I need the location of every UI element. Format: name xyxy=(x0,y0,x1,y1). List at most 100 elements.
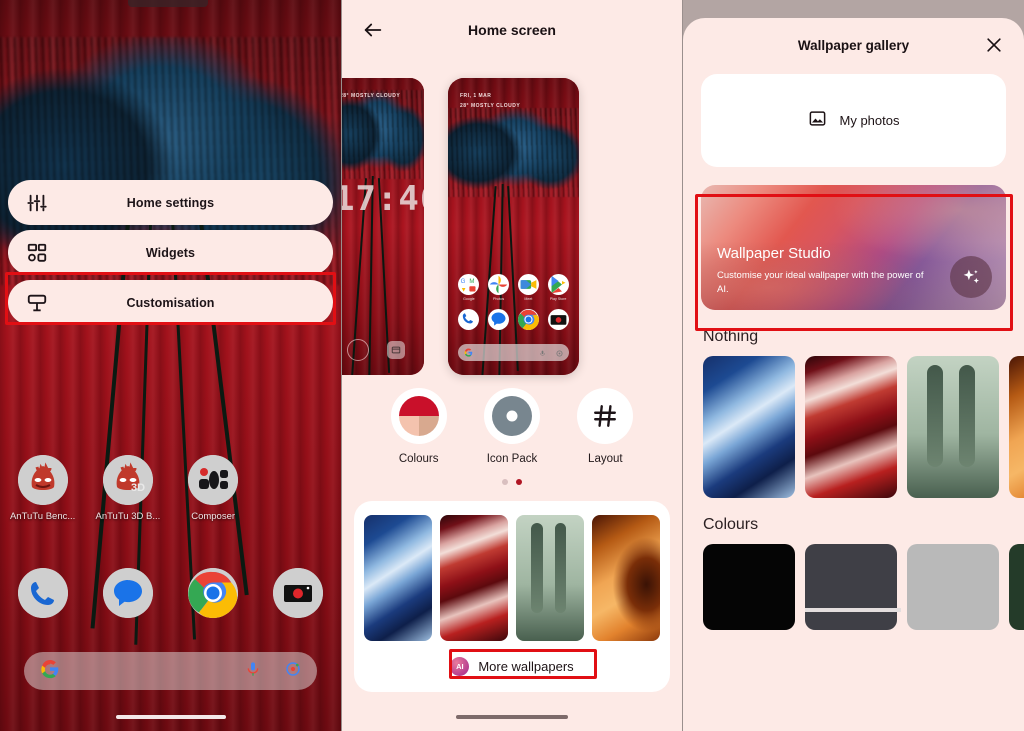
popup-item-customisation[interactable]: Customisation xyxy=(8,280,333,325)
camera-icon xyxy=(273,568,324,618)
wallpaper-thumb[interactable] xyxy=(907,356,999,498)
google-lens-icon[interactable] xyxy=(556,344,563,362)
customisation-icon xyxy=(26,292,48,314)
composer-icon xyxy=(188,455,239,505)
studio-title: Wallpaper Studio xyxy=(717,245,831,262)
google-search-bar[interactable] xyxy=(24,652,317,690)
google-folder-icon: G M ▼ xyxy=(458,274,480,295)
gesture-nav-bar[interactable] xyxy=(115,715,226,719)
svg-text:▼: ▼ xyxy=(461,287,467,294)
widgets-icon xyxy=(26,242,48,264)
preview-app-label: Meet xyxy=(524,297,533,301)
option-colours[interactable]: Colours xyxy=(390,388,447,465)
option-label: Layout xyxy=(588,453,623,465)
app-label: Composer xyxy=(191,511,236,522)
my-photos-button[interactable]: My photos xyxy=(701,74,1006,167)
wallpaper-thumb[interactable] xyxy=(364,515,432,641)
dock-app-chrome[interactable] xyxy=(171,568,256,618)
page-title: Home screen xyxy=(468,22,556,38)
meet-icon xyxy=(517,274,539,295)
status-bar-notch xyxy=(128,0,208,7)
back-arrow-icon[interactable] xyxy=(360,17,386,43)
studio-description: Customise your ideal wallpaper with the … xyxy=(717,270,924,296)
dock-app-messages[interactable] xyxy=(85,568,170,618)
dock xyxy=(0,568,341,618)
wallpaper-thumb[interactable] xyxy=(805,356,897,498)
wallpaper-strip xyxy=(364,515,660,641)
lock-screen-clock: 17:46 xyxy=(342,179,424,219)
wallpaper-gallery-sheet: Wallpaper gallery My photos Wallpaper St… xyxy=(683,18,1024,731)
wallpaper-thumb[interactable] xyxy=(440,515,508,641)
popup-item-widgets[interactable]: Widgets xyxy=(8,230,333,275)
microphone-icon[interactable] xyxy=(245,661,261,682)
wallet-shortcut-icon[interactable] xyxy=(387,341,405,359)
more-wallpapers-label: More wallpapers xyxy=(478,659,574,674)
google-lens-icon[interactable] xyxy=(285,661,301,682)
colour-thumb[interactable] xyxy=(805,544,901,630)
customisation-popup: Home settings Widgets Customisation xyxy=(8,180,333,330)
colour-thumb[interactable] xyxy=(907,544,999,630)
preview-search-bar[interactable] xyxy=(458,344,569,361)
option-icon-pack[interactable]: Icon Pack xyxy=(483,388,540,465)
app-grid: AnTuTu Benc... 3D AnTuTu 3D B... Compose… xyxy=(0,455,341,522)
phone-icon xyxy=(17,568,68,618)
microphone-icon[interactable] xyxy=(539,344,546,362)
more-wallpapers-button[interactable]: AI More wallpapers xyxy=(438,653,585,680)
sparkle-icon[interactable] xyxy=(950,256,992,298)
panel-home-screen: Home settings Widgets Customisation AnTu… xyxy=(0,0,341,731)
lock-screen-preview[interactable]: 28° MOSTLY CLOUDY 17:46 xyxy=(342,78,424,375)
app-antutu-benchmark[interactable]: AnTuTu Benc... xyxy=(0,455,85,522)
preview-app-google[interactable]: G M ▼ Google xyxy=(454,274,484,301)
editor-header: Home screen xyxy=(342,0,682,60)
app-composer[interactable]: Composer xyxy=(171,455,256,522)
popup-item-label: Customisation xyxy=(126,295,215,310)
section-title-colours: Colours xyxy=(703,516,759,533)
dock-app-phone[interactable] xyxy=(0,568,85,618)
chrome-icon xyxy=(517,309,539,330)
page-dot-active[interactable] xyxy=(516,479,522,485)
camera-shortcut-icon[interactable] xyxy=(347,339,369,361)
colour-thumb[interactable] xyxy=(1009,544,1024,630)
option-layout[interactable]: Layout xyxy=(577,388,634,465)
svg-text:G: G xyxy=(461,278,466,285)
app-antutu-3d-benchmark[interactable]: 3D AnTuTu 3D B... xyxy=(85,455,170,522)
gallery-strip-nothing xyxy=(683,356,1024,498)
popup-item-label: Widgets xyxy=(145,245,196,260)
wallpaper-studio-card[interactable]: Wallpaper Studio Customise your ideal wa… xyxy=(701,185,1006,310)
colour-wheel-icon xyxy=(390,388,447,444)
preview-dock-phone[interactable] xyxy=(454,309,484,330)
preview-app-label: Photos xyxy=(493,297,505,301)
preview-app-play-store[interactable]: Play Store xyxy=(543,274,573,301)
grid-hash-icon xyxy=(577,388,634,444)
lock-screen-shortcuts xyxy=(342,339,424,361)
option-label: Colours xyxy=(398,453,439,465)
wallpaper-thumb[interactable] xyxy=(703,356,795,498)
preview-flower-art xyxy=(342,89,424,180)
popup-item-home-settings[interactable]: Home settings xyxy=(8,180,333,225)
preview-dock-screen-recorder[interactable] xyxy=(543,309,573,330)
svg-text:3D: 3D xyxy=(131,482,145,494)
colour-thumb[interactable] xyxy=(703,544,795,630)
google-g-icon xyxy=(464,344,473,362)
preview-app-photos[interactable]: Photos xyxy=(484,274,514,301)
preview-app-meet[interactable]: Meet xyxy=(514,274,544,301)
google-g-icon xyxy=(40,659,60,684)
antutu-icon xyxy=(17,455,68,505)
home-screen-preview[interactable]: FRI, 1 MAR 28° MOSTLY CLOUDY G M ▼ Googl… xyxy=(448,78,579,375)
close-icon[interactable] xyxy=(982,33,1006,57)
preview-app-grid: G M ▼ Google Photos Meet Play Store xyxy=(454,274,573,338)
ai-badge-icon: AI xyxy=(450,657,470,676)
wallpaper-thumb[interactable] xyxy=(1009,356,1024,498)
dock-app-screen-recorder[interactable] xyxy=(256,568,341,618)
my-photos-label: My photos xyxy=(839,113,900,128)
phone-icon xyxy=(458,309,480,330)
page-dot[interactable] xyxy=(502,479,508,485)
chrome-icon xyxy=(188,568,239,618)
gesture-nav-bar[interactable] xyxy=(342,715,682,719)
customisation-options: Colours Icon Pack Layout xyxy=(342,380,682,465)
wallpaper-thumb[interactable] xyxy=(592,515,660,641)
preview-dock-chrome[interactable] xyxy=(514,309,544,330)
preview-dock-messages[interactable] xyxy=(484,309,514,330)
panel-home-screen-editor: Home screen 28° MOSTLY CLOUDY 17:46 xyxy=(341,0,683,731)
wallpaper-thumb[interactable] xyxy=(516,515,584,641)
